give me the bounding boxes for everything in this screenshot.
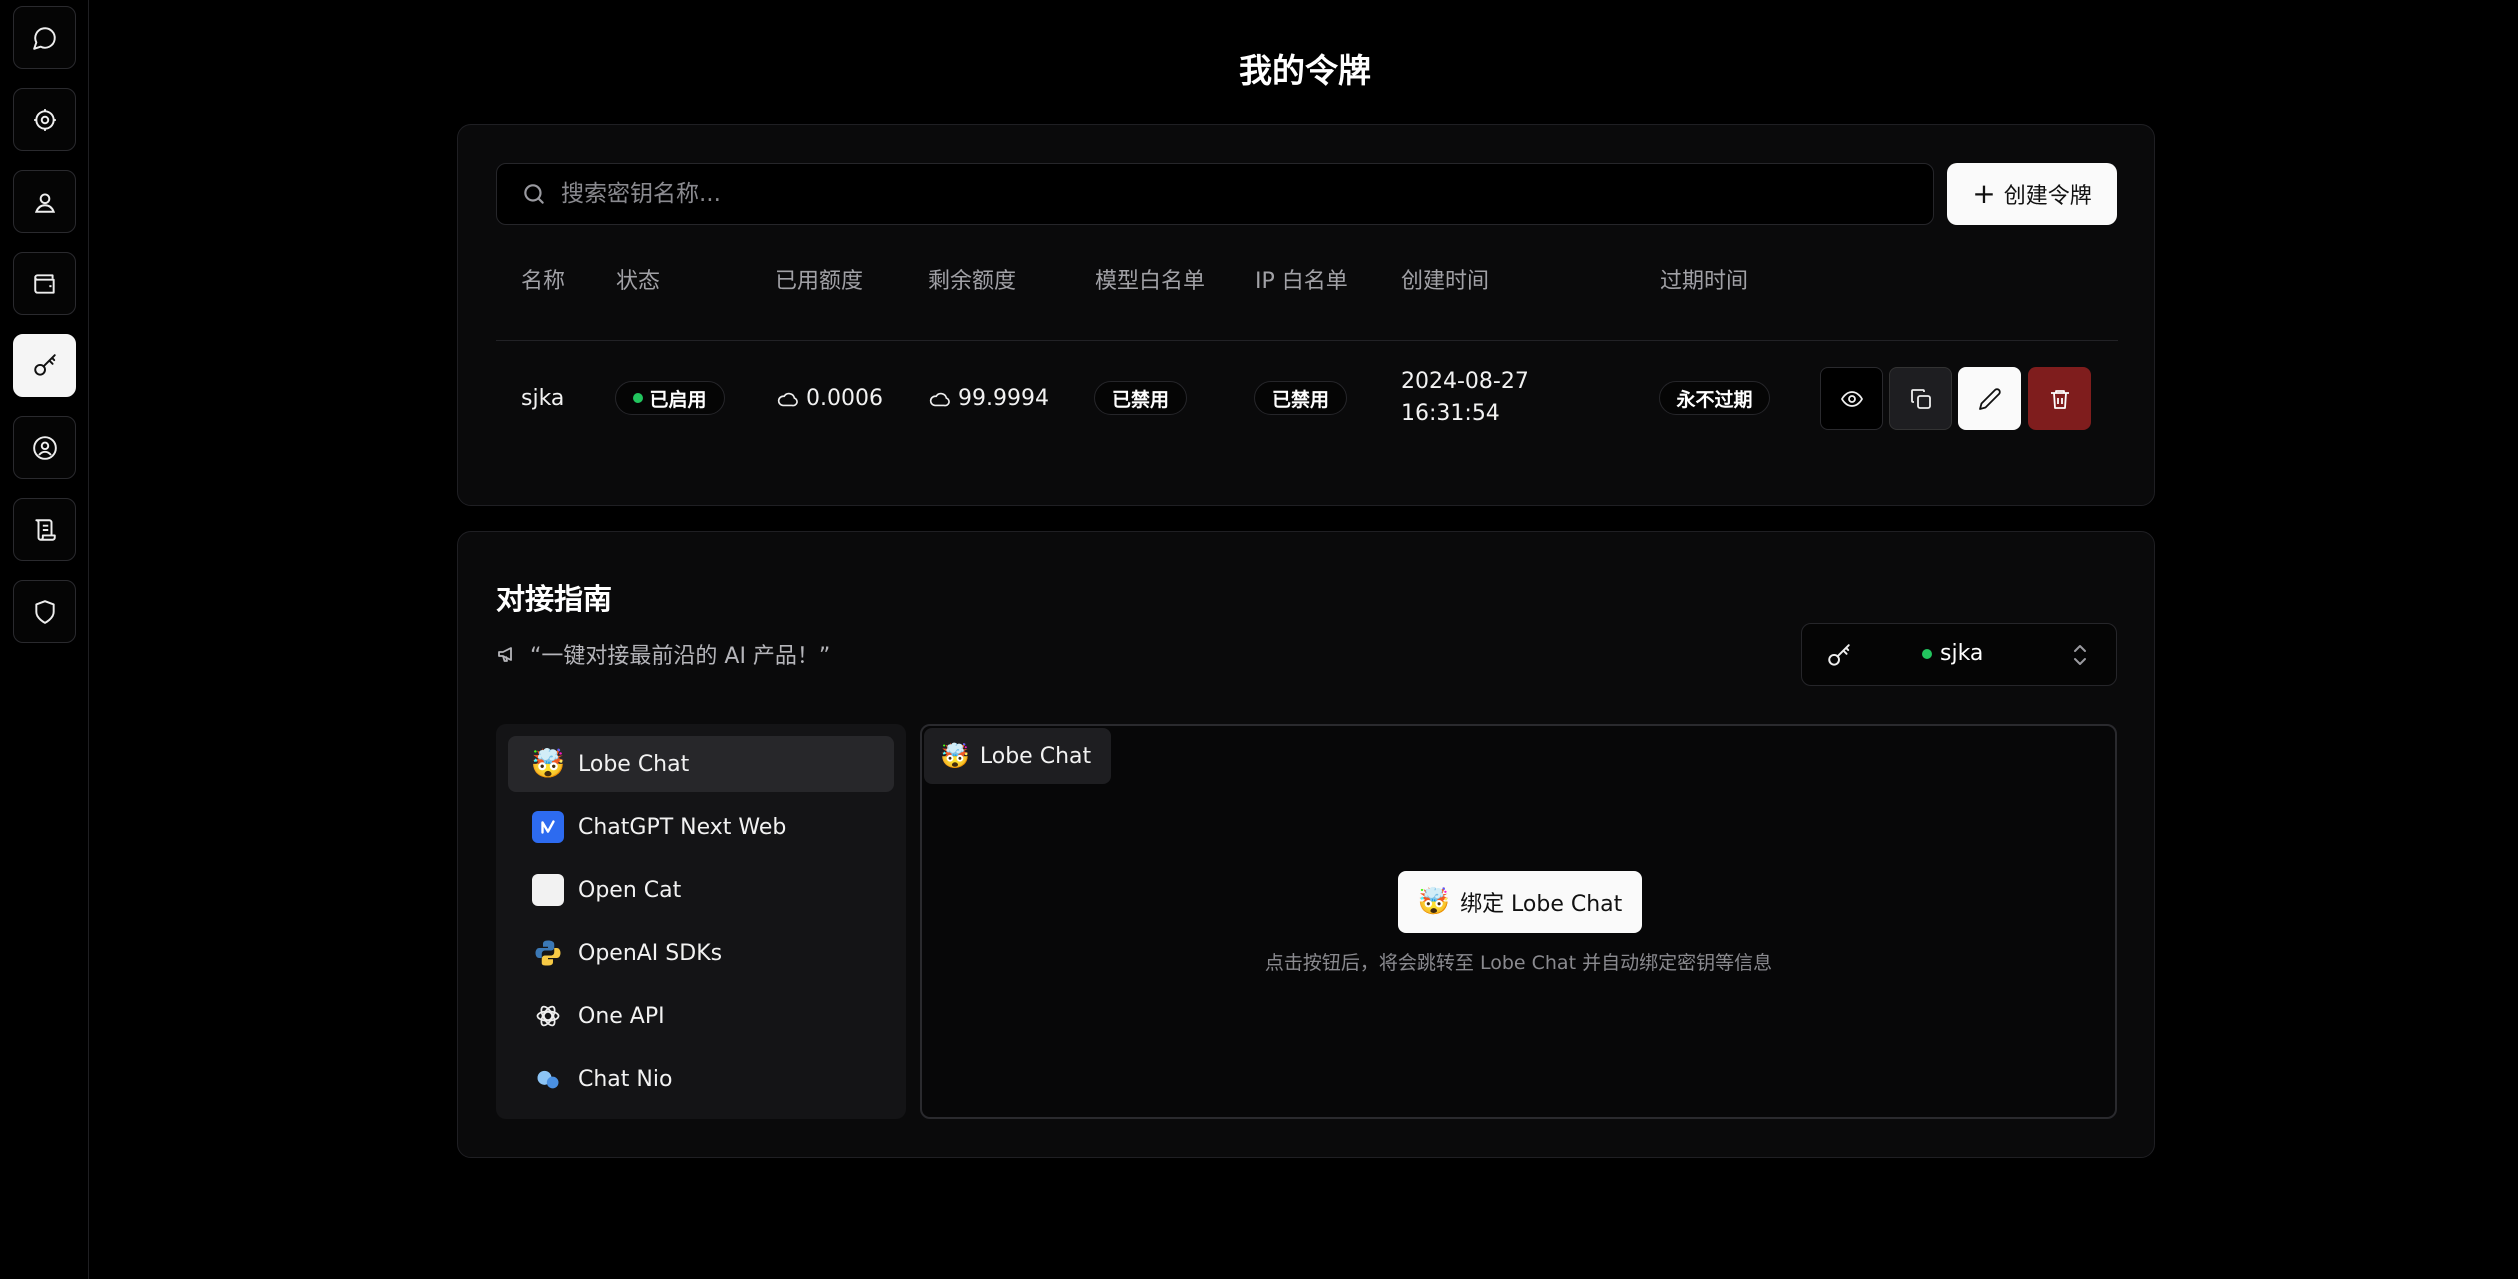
copy-token-button[interactable] — [1889, 367, 1952, 430]
chat-icon — [32, 26, 56, 50]
settings-icon — [33, 108, 56, 131]
used-quota-value: 0.0006 — [806, 386, 883, 411]
remaining-quota-value: 99.9994 — [958, 386, 1049, 411]
lobe-chat-icon: 🤯 — [530, 747, 566, 780]
app-item-open-cat[interactable]: 🐱 Open Cat — [508, 862, 894, 918]
app-item-label: OpenAI SDKs — [578, 940, 723, 966]
cloud-icon — [929, 392, 950, 406]
page-title: 我的令牌 — [1239, 51, 1371, 90]
created-date: 2024-08-27 — [1401, 369, 1529, 394]
plus-icon: + — [1972, 177, 1996, 210]
search-box[interactable] — [496, 163, 1934, 225]
chevron-up-down-icon — [2074, 645, 2086, 665]
megaphone-icon — [498, 647, 512, 662]
pencil-icon — [1978, 387, 2001, 410]
column-header: 已用额度 — [775, 269, 864, 294]
column-header: 过期时间 — [1660, 269, 1749, 294]
panel-tab-label: Lobe Chat — [979, 743, 1092, 769]
app-item-label: Chat Nio — [578, 1066, 673, 1092]
sidebar — [0, 0, 89, 1279]
model-whitelist-badge: 已禁用 — [1094, 381, 1187, 415]
sidebar-item-security[interactable] — [13, 580, 76, 643]
delete-token-button[interactable] — [2028, 367, 2091, 430]
column-header: 剩余额度 — [928, 269, 1017, 294]
app-item-one-api[interactable]: One API — [508, 988, 894, 1044]
status-dot-icon — [633, 393, 644, 403]
ip-whitelist-badge: 已禁用 — [1254, 381, 1347, 415]
edit-token-button[interactable] — [1958, 367, 2021, 430]
remaining-quota: 99.9994 — [928, 386, 1049, 411]
app-item-lobe-chat[interactable]: 🤯 Lobe Chat — [508, 736, 894, 792]
integration-guide-card: 对接指南 “一键对接最前沿的 AI 产品！” sjka 🤯 Lobe Chat … — [457, 531, 2155, 1158]
app-panel: 🤯 Lobe Chat 🤯 绑定 Lobe Chat 点击按钮后，将会跳转至 L… — [920, 724, 2117, 1119]
app-item-openai-sdks[interactable]: OpenAI SDKs — [508, 925, 894, 981]
app-item-chatgpt-next-web[interactable]: ChatGPT Next Web — [508, 799, 894, 855]
app-item-label: ChatGPT Next Web — [578, 814, 787, 840]
trash-icon — [2050, 389, 2069, 409]
used-quota: 0.0006 — [776, 386, 883, 411]
column-header: 模型白名单 — [1095, 269, 1206, 294]
lobe-chat-icon: 🤯 — [1417, 887, 1451, 917]
guide-title: 对接指南 — [496, 582, 613, 616]
search-input[interactable] — [561, 181, 1861, 207]
column-header: 状态 — [616, 269, 661, 294]
sidebar-item-account[interactable] — [13, 416, 76, 479]
guide-subtitle: “一键对接最前沿的 AI 产品！” — [496, 638, 830, 670]
user-circle-icon — [32, 435, 57, 460]
sidebar-item-profile[interactable] — [13, 170, 76, 233]
column-header: 创建时间 — [1401, 269, 1490, 294]
column-header: IP 白名单 — [1255, 269, 1348, 294]
token-name: sjka — [521, 386, 565, 411]
shield-icon — [34, 599, 55, 624]
bind-hint: 点击按钮后，将会跳转至 Lobe Chat 并自动绑定密钥等信息 — [1264, 952, 1773, 974]
sidebar-item-chat[interactable] — [13, 6, 76, 69]
open-cat-icon: 🐱 — [532, 874, 564, 906]
created-time: 16:31:54 — [1401, 401, 1500, 426]
app-item-chat-nio[interactable]: Chat Nio — [508, 1051, 894, 1107]
view-token-button[interactable] — [1820, 367, 1883, 430]
status-badge: 已启用 — [615, 381, 725, 415]
key-select[interactable]: sjka — [1801, 623, 2117, 686]
create-token-button[interactable]: + 创建令牌 — [1947, 163, 2117, 225]
python-icon — [532, 937, 564, 969]
nextweb-icon — [532, 811, 564, 843]
app-item-label: Open Cat — [578, 877, 682, 903]
selected-key-label: sjka — [1940, 641, 1984, 666]
lobe-chat-icon: 🤯 — [940, 742, 970, 770]
panel-tab-lobe-chat[interactable]: 🤯 Lobe Chat — [924, 728, 1112, 784]
user-badge-icon — [34, 192, 55, 213]
sidebar-item-settings[interactable] — [13, 88, 76, 151]
cloud-icon — [777, 392, 798, 406]
expiry-badge: 永不过期 — [1659, 381, 1770, 415]
column-header: 名称 — [521, 269, 566, 294]
chatnio-icon — [532, 1063, 564, 1095]
key-icon — [1828, 644, 1850, 666]
copy-icon — [1910, 388, 1931, 409]
openai-icon — [532, 1000, 564, 1032]
create-token-label: 创建令牌 — [2003, 184, 2092, 209]
sidebar-item-logs[interactable] — [13, 498, 76, 561]
app-item-label: Lobe Chat — [578, 751, 690, 777]
key-icon — [33, 353, 56, 376]
scroll-icon — [34, 518, 56, 541]
tokens-card: + 创建令牌 名称 状态 已用额度 剩余额度 模型白名单 IP 白名单 创建时间… — [457, 124, 2155, 506]
bind-lobe-chat-button[interactable]: 🤯 绑定 Lobe Chat — [1398, 871, 1642, 933]
wallet-icon — [33, 273, 55, 294]
selected-key: sjka — [1922, 641, 1983, 666]
bind-button-label: 绑定 Lobe Chat — [1460, 892, 1623, 917]
app-item-label: One API — [578, 1003, 665, 1029]
sidebar-item-tokens[interactable] — [13, 334, 76, 397]
guide-subtitle-text: “一键对接最前沿的 AI 产品！” — [530, 644, 831, 669]
status-dot-icon — [1922, 648, 1932, 659]
eye-icon — [1840, 390, 1863, 407]
search-icon — [524, 184, 544, 204]
sidebar-item-wallet[interactable] — [13, 252, 76, 315]
app-list: 🤯 Lobe Chat ChatGPT Next Web 🐱 Open Cat … — [496, 724, 906, 1119]
status-label: 已启用 — [649, 388, 707, 411]
